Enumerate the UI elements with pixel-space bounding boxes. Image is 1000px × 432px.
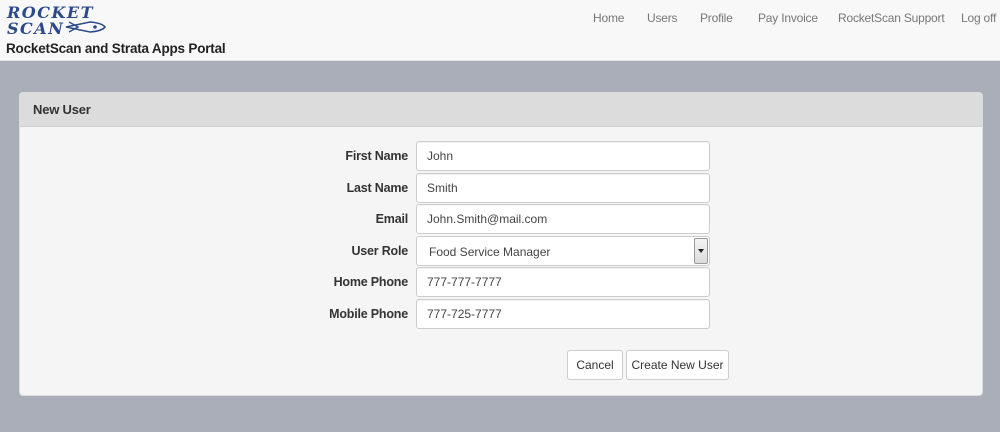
rocketscan-logo[interactable]: ROCKET SCAN	[6, 3, 130, 37]
new-user-panel: New User First Name Last Name Email User…	[19, 92, 983, 396]
nav-pay-invoice[interactable]: Pay Invoice	[758, 11, 818, 25]
last-name-row: Last Name	[20, 173, 982, 203]
mobile-phone-label: Mobile Phone	[329, 307, 408, 321]
first-name-input[interactable]	[416, 141, 710, 171]
nav-profile[interactable]: Profile	[700, 11, 733, 25]
nav-users[interactable]: Users	[647, 11, 678, 25]
nav-home[interactable]: Home	[593, 11, 624, 25]
user-role-label: User Role	[351, 244, 408, 258]
dropdown-arrow-icon[interactable]	[694, 238, 708, 264]
top-navbar: ROCKET SCAN RocketScan and Strata Apps P…	[0, 0, 1000, 61]
first-name-row: First Name	[20, 141, 982, 171]
email-row: Email	[20, 204, 982, 234]
user-role-select[interactable]: Food Service Manager	[416, 236, 710, 266]
email-input[interactable]	[416, 204, 710, 234]
panel-heading: New User	[20, 93, 982, 127]
svg-text:SCAN: SCAN	[7, 19, 64, 37]
mobile-phone-input[interactable]	[416, 299, 710, 329]
user-role-selected-value: Food Service Manager	[429, 245, 551, 259]
panel-title: New User	[33, 102, 91, 117]
home-phone-row: Home Phone	[20, 267, 982, 297]
last-name-label: Last Name	[346, 181, 409, 195]
rocket-icon	[65, 21, 107, 33]
nav-rocketscan-support[interactable]: RocketScan Support	[838, 11, 945, 25]
first-name-label: First Name	[345, 149, 408, 163]
portal-title: RocketScan and Strata Apps Portal	[6, 41, 226, 56]
home-phone-input[interactable]	[416, 267, 710, 297]
email-label: Email	[375, 212, 409, 226]
create-new-user-button[interactable]: Create New User	[626, 350, 729, 380]
mobile-phone-row: Mobile Phone	[20, 299, 982, 329]
user-role-row: User Role Food Service Manager	[20, 236, 982, 266]
cancel-button[interactable]: Cancel	[567, 350, 623, 380]
home-phone-label: Home Phone	[333, 275, 409, 289]
nav-log-off[interactable]: Log off	[961, 11, 996, 25]
last-name-input[interactable]	[416, 173, 710, 203]
